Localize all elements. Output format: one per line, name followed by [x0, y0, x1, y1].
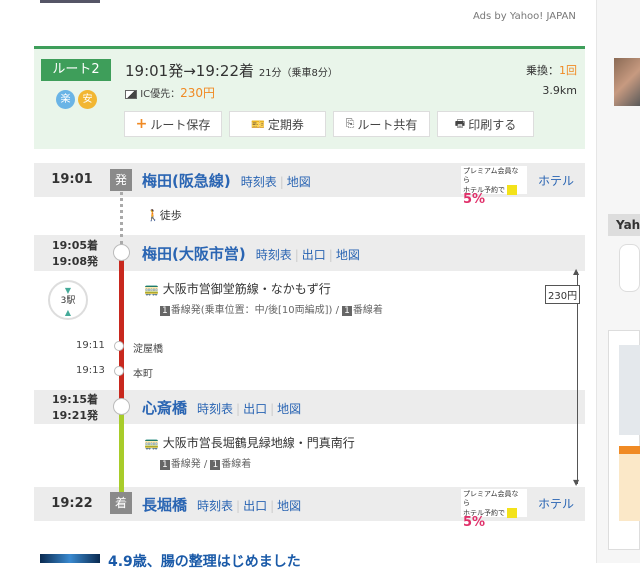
timetable-link[interactable]: 時刻表 — [197, 499, 233, 513]
stop-node — [114, 341, 124, 351]
expand-down-icon: ▼ — [64, 286, 72, 295]
map-link[interactable]: 地図 — [277, 499, 301, 513]
station-node — [113, 398, 130, 415]
ic-label: IC優先： — [140, 89, 181, 100]
t-point-icon — [507, 185, 518, 195]
t-point-icon — [507, 508, 518, 518]
timetable-link[interactable]: 時刻表 — [241, 175, 277, 189]
stop-time: 19:11 — [76, 340, 105, 351]
hotel-link[interactable]: ホテル — [538, 495, 574, 512]
stops-toggle[interactable]: ▼ 3駅 ▲ — [48, 280, 88, 320]
train-icon: 🚃 — [144, 436, 159, 450]
pass-icon: 🎫 — [251, 117, 265, 131]
sidebar-heading: Yah — [608, 214, 640, 236]
station-name[interactable]: 長堀橋 — [142, 496, 187, 514]
line-name: 大阪市営長堀鶴見緑地線・門真南行 — [162, 436, 355, 450]
line-name: 大阪市営御堂筋線・なかもず行 — [162, 282, 331, 296]
premium-promo-banner[interactable]: プレミアム会員なら ホテル予約で 5% — [461, 166, 527, 206]
premium-promo-banner[interactable]: プレミアム会員なら ホテル予約で 5% — [461, 489, 527, 529]
departure-time: 19:01 — [51, 172, 93, 187]
share-icon: ⎘ — [345, 117, 355, 130]
route-fare: 230円 — [180, 86, 216, 100]
save-route-button[interactable]: + ルート保存 — [124, 111, 222, 137]
stop-name: 本町 — [133, 369, 153, 380]
departure-time: 19:08発 — [51, 255, 98, 268]
expand-up-icon: ▲ — [64, 308, 72, 317]
departure-badge: 発 — [110, 169, 132, 191]
midosuji-line — [119, 252, 124, 407]
walk-label: 徒歩 — [159, 209, 182, 222]
sidebar-ad-image — [619, 345, 640, 435]
ad-thumbnail[interactable] — [40, 0, 100, 3]
arrival-badge: 着 — [110, 492, 132, 514]
plus-icon: + — [135, 116, 148, 132]
exit-link[interactable]: 出口 — [243, 499, 267, 513]
departure-time: 19:21発 — [51, 409, 98, 422]
timetable-link[interactable]: 時刻表 — [197, 402, 233, 416]
nagahori-line — [119, 407, 124, 497]
print-icon: 🖶 — [454, 116, 466, 130]
walk-icon: 🚶 — [146, 209, 160, 222]
route-badge: ルート2 — [41, 59, 111, 81]
ic-card-icon — [125, 89, 137, 99]
share-route-button[interactable]: ⎘ ルート共有 — [333, 111, 430, 137]
sidebar-photo[interactable] — [614, 58, 640, 106]
arrival-time: 19:15着 — [51, 393, 98, 406]
route-times: 19:01発→19:22着 — [125, 62, 255, 80]
station-name[interactable]: 梅田(阪急線) — [142, 172, 231, 190]
arrow-down-icon: ▼ — [573, 478, 580, 487]
cheap-icon: 安 — [78, 90, 97, 109]
station-name[interactable]: 梅田(大阪市営) — [142, 245, 246, 263]
station-name[interactable]: 心斎橋 — [142, 399, 187, 417]
arrival-time: 19:05着 — [51, 239, 98, 252]
station-node — [113, 244, 130, 261]
sidebar-ad-banner — [619, 446, 640, 521]
map-link[interactable]: 地図 — [336, 248, 360, 262]
stop-name: 淀屋橋 — [133, 344, 163, 355]
map-link[interactable]: 地図 — [277, 402, 301, 416]
print-button[interactable]: 🖶 印刷する — [437, 111, 534, 137]
stop-time: 19:13 — [76, 365, 105, 376]
exit-link[interactable]: 出口 — [243, 402, 267, 416]
ads-label: Ads by Yahoo! JAPAN — [473, 11, 576, 22]
timetable-link[interactable]: 時刻表 — [256, 248, 292, 262]
route-distance: 3.9km — [542, 84, 577, 97]
commuter-pass-button[interactable]: 🎫 定期券 — [229, 111, 326, 137]
walk-line — [120, 185, 123, 245]
fare-marker: 230円 — [545, 285, 581, 304]
hotel-link[interactable]: ホテル — [538, 172, 574, 189]
article-thumbnail[interactable] — [40, 554, 100, 563]
transfers-label: 乗換： — [526, 64, 559, 77]
arrow-up-icon: ▲ — [573, 267, 580, 276]
map-link[interactable]: 地図 — [287, 175, 311, 189]
transfers-count: 1回 — [559, 64, 577, 77]
stop-node — [114, 366, 124, 376]
comfort-icon: 楽 — [56, 90, 75, 109]
route-duration: 21分（乗車8分） — [258, 68, 338, 79]
sidebar-app-icon[interactable] — [619, 244, 640, 292]
exit-link[interactable]: 出口 — [302, 248, 326, 262]
article-title[interactable]: 4.9歳、腸の整理はじめました — [108, 551, 301, 571]
arrival-time: 19:22 — [51, 496, 93, 511]
train-icon: 🚃 — [144, 282, 159, 296]
